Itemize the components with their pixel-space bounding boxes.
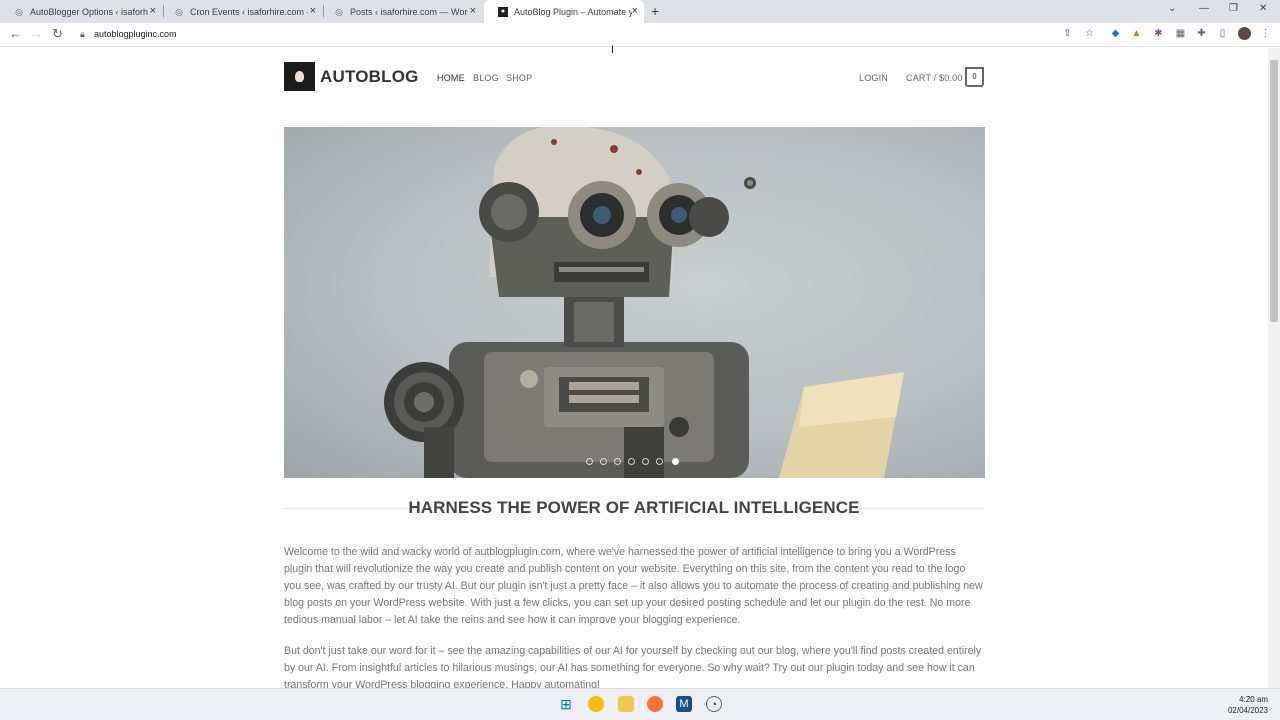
- close-tab-icon[interactable]: ×: [470, 5, 476, 17]
- slider-dot[interactable]: [600, 458, 607, 465]
- blog-paragraph: But don't just take our word for it – se…: [284, 645, 982, 688]
- extensions-puzzle-icon[interactable]: ✚: [1196, 28, 1207, 39]
- nav-home[interactable]: HOME: [437, 73, 465, 83]
- hero-slider[interactable]: [284, 127, 985, 478]
- tab-search-icon[interactable]: ⌄: [1168, 3, 1176, 14]
- app-icon[interactable]: ◔: [706, 696, 722, 712]
- slider-dot[interactable]: [586, 458, 593, 465]
- file-explorer-icon[interactable]: [618, 696, 634, 712]
- nav-login[interactable]: LOGIN: [859, 73, 888, 83]
- metamask-extension-icon[interactable]: ▲: [1131, 28, 1142, 39]
- tab-title: AutoBlogger Options ‹ isaforhire: [30, 6, 148, 17]
- lightbulb-icon: [295, 71, 304, 82]
- tab-title: Posts ‹ isaforhire.com — WordPre: [350, 6, 468, 17]
- tab-cron-events[interactable]: ◎ Cron Events ‹ isaforhire.com — W ×: [160, 0, 322, 23]
- address-bar: ← → ↻ 🔒︎ autoblogpluginc.com ⇪ ☆ ◆ ▲ ✱ ▦…: [0, 23, 1280, 47]
- slider-dot[interactable]: [656, 458, 663, 465]
- text-cursor-icon: I: [611, 44, 615, 56]
- reload-icon[interactable]: ↻: [52, 27, 63, 41]
- chrome-icon[interactable]: [588, 696, 604, 712]
- nav-blog[interactable]: BLOG: [473, 73, 499, 83]
- forward-icon[interactable]: →: [30, 27, 43, 41]
- url-field[interactable]: autoblogpluginc.com: [94, 29, 177, 39]
- robot-illustration: [384, 127, 904, 478]
- windows-taskbar: ⊞ M ◔ 4:20 am 02/04/2023: [0, 688, 1280, 720]
- tab-title: AutoBlog Plugin – Automate you: [514, 6, 632, 17]
- nav-cart[interactable]: CART / $0.00: [906, 73, 963, 83]
- extension-icon[interactable]: ✱: [1153, 28, 1164, 39]
- autoblog-favicon-icon: ●: [498, 6, 508, 17]
- header-divider: [284, 125, 984, 126]
- scrollbar-thumb[interactable]: [1270, 60, 1278, 322]
- tab-autoblog-plugin[interactable]: ● AutoBlog Plugin – Automate you ×: [484, 0, 644, 23]
- clock-date[interactable]: 02/04/2023: [1228, 706, 1268, 715]
- windows-start-icon[interactable]: ⊞: [558, 696, 574, 712]
- side-panel-icon[interactable]: ▯: [1217, 28, 1228, 39]
- back-icon[interactable]: ←: [9, 27, 22, 41]
- new-tab-icon[interactable]: +: [651, 3, 659, 19]
- browser-tab-bar: ◎ AutoBlogger Options ‹ isaforhire × ◎ C…: [0, 0, 1280, 23]
- tab-posts[interactable]: ◎ Posts ‹ isaforhire.com — WordPre ×: [320, 0, 482, 23]
- menu-kebab-icon[interactable]: ⋮: [1260, 28, 1271, 39]
- slider-dot[interactable]: [642, 458, 649, 465]
- section-heading: HARNESS THE POWER OF ARTIFICIAL INTELLIG…: [408, 498, 860, 517]
- slider-dot-active[interactable]: [672, 458, 679, 465]
- slider-dot[interactable]: [614, 458, 621, 465]
- share-icon[interactable]: ⇪: [1062, 28, 1073, 39]
- clock-time[interactable]: 4:20 am: [1239, 695, 1268, 704]
- close-window-icon[interactable]: ✕: [1259, 3, 1267, 14]
- wordpress-icon: ◎: [175, 6, 183, 17]
- site-logo[interactable]: [284, 62, 315, 91]
- profile-avatar[interactable]: [1238, 27, 1251, 40]
- close-tab-icon[interactable]: ×: [310, 5, 316, 17]
- close-tab-icon[interactable]: ×: [150, 5, 156, 17]
- intro-paragraph: Welcome to the wild and wacky world of a…: [284, 546, 983, 626]
- restore-icon[interactable]: ❐: [1229, 3, 1238, 14]
- web-page: AUTOBLOG HOME BLOG SHOP LOGIN CART / $0.…: [0, 48, 1268, 688]
- slider-dot[interactable]: [628, 458, 635, 465]
- tab-autoblogger-options[interactable]: ◎ AutoBlogger Options ‹ isaforhire ×: [0, 0, 162, 23]
- site-title[interactable]: AUTOBLOG: [320, 67, 419, 87]
- tab-title: Cron Events ‹ isaforhire.com — W: [190, 6, 308, 17]
- wordpress-icon: ◎: [15, 6, 23, 17]
- lock-icon[interactable]: 🔒︎: [80, 29, 85, 40]
- close-tab-icon[interactable]: ×: [632, 5, 638, 17]
- bookmark-star-icon[interactable]: ☆: [1084, 28, 1095, 39]
- cart-count-badge[interactable]: 0: [965, 67, 984, 87]
- bitwarden-extension-icon[interactable]: ◆: [1110, 28, 1121, 39]
- page-scrollbar[interactable]: [1268, 48, 1280, 688]
- minimize-icon[interactable]: —: [1199, 3, 1209, 14]
- extension-icon[interactable]: ▦: [1175, 28, 1186, 39]
- wordpress-icon: ◎: [335, 6, 343, 17]
- firefox-icon[interactable]: [647, 696, 663, 712]
- nav-shop[interactable]: SHOP: [506, 73, 532, 83]
- app-icon[interactable]: M: [676, 696, 692, 712]
